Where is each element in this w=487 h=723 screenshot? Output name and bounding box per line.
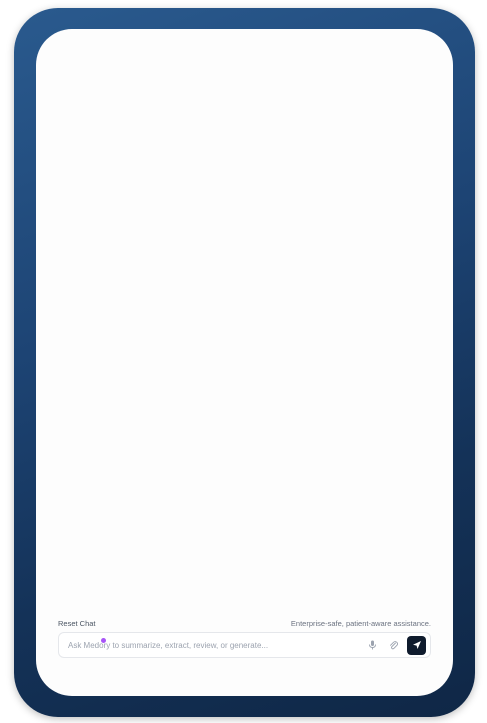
- mouse-cursor-indicator: [101, 638, 106, 643]
- paperclip-icon[interactable]: [384, 636, 402, 654]
- send-icon: [412, 641, 421, 649]
- composer-meta-row: Reset Chat Enterprise-safe, patient-awar…: [58, 617, 431, 629]
- microphone-icon[interactable]: [363, 636, 381, 654]
- device-frame: Reset Chat Enterprise-safe, patient-awar…: [14, 8, 475, 717]
- chat-input[interactable]: [68, 640, 360, 650]
- assistance-notice: Enterprise-safe, patient-aware assistanc…: [290, 618, 431, 628]
- send-button[interactable]: [407, 635, 426, 655]
- app-screen: Reset Chat Enterprise-safe, patient-awar…: [36, 29, 453, 696]
- chat-messages-area: [36, 29, 453, 609]
- chat-composer: [58, 632, 431, 658]
- reset-chat-button[interactable]: Reset Chat: [58, 619, 96, 628]
